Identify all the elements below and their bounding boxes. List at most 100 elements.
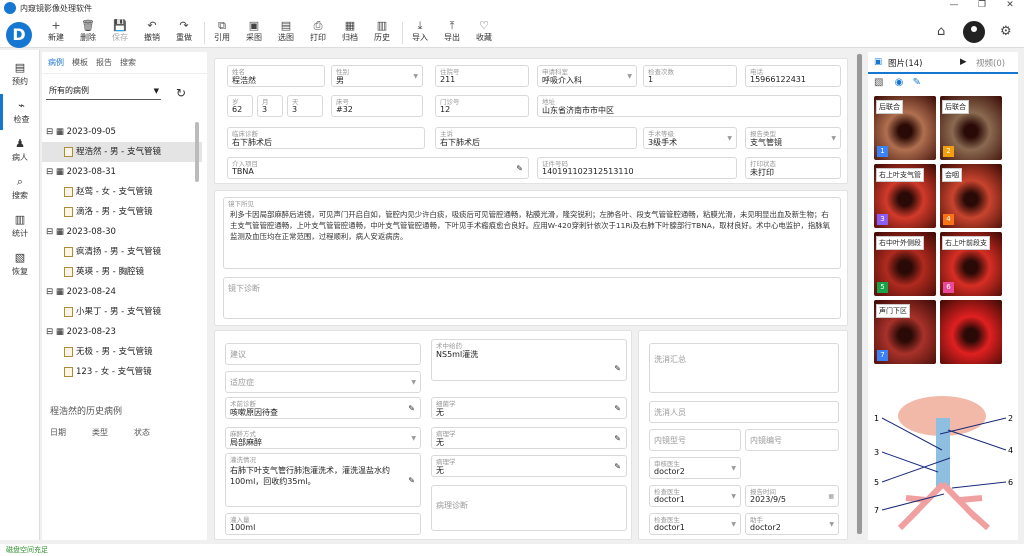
surgery-level-select[interactable]: 手术等级 3级手术 ▼ <box>643 127 737 149</box>
thumbnail-tag[interactable]: 右中叶外侧段 <box>876 236 924 250</box>
image-thumbnail[interactable]: 声门下区 7 <box>874 300 936 364</box>
name-field[interactable]: 姓名 程浩然 <box>227 65 325 87</box>
tree-case-item[interactable]: 程浩然 - 男 - 支气管镜 <box>42 142 202 162</box>
nav-item-5[interactable]: ▧ 恢复 <box>0 246 40 282</box>
tab-search[interactable]: 搜索 <box>120 57 136 68</box>
eye-icon[interactable]: ◉ <box>895 77 904 88</box>
nav-item-4[interactable]: ▥ 统计 <box>0 208 40 244</box>
new-button[interactable]: + 新建 <box>40 19 72 47</box>
toolbar-button-2[interactable]: 💾 保存 <box>104 19 136 47</box>
diagnosis-textarea[interactable]: 镜下诊断 <box>223 277 841 319</box>
inject-volume-field[interactable]: 灌入量 100ml <box>225 513 421 535</box>
age-day-field[interactable]: 天3 <box>287 95 323 117</box>
nav-item-3[interactable]: ⌕ 搜索 <box>0 170 40 206</box>
tree-date-node[interactable]: ⊟ ▦ 2023-08-24 <box>42 282 202 302</box>
thumbnail-tag[interactable]: 后联合 <box>876 100 903 114</box>
id-number-field[interactable]: 证件号码 140191102312513110 <box>537 157 737 179</box>
tree-case-item[interactable]: 疯清扬 - 男 - 支气管镜 <box>42 242 202 262</box>
pathology-field[interactable]: 病理学无 ✎ <box>431 427 627 449</box>
collapse-icon[interactable]: ⊟ <box>46 167 53 177</box>
complaint-field[interactable]: 主诉 右下肺术后 <box>435 127 637 149</box>
indication-select[interactable]: 适应症 ▼ <box>225 371 421 393</box>
tree-date-node[interactable]: ⊟ ▦ 2023-08-31 <box>42 162 202 182</box>
toolbar-button-8[interactable]: ⎙ 打印 <box>302 19 334 47</box>
tab-video[interactable]: 视频(0) <box>976 57 1005 69</box>
dept-select[interactable]: 申请科室 呼吸介入科 ▼ <box>537 65 637 87</box>
toolbar-button-9[interactable]: ▦ 归档 <box>334 19 366 47</box>
toolbar-button-12[interactable]: ⤒ 导出 <box>436 19 468 47</box>
assistant-select[interactable]: 助手 doctor2 ▼ <box>745 513 839 535</box>
nav-item-1[interactable]: ⌁ 检查 <box>0 94 40 130</box>
gender-select[interactable]: 性别男 ▼ <box>331 65 423 87</box>
notification-icon[interactable]: ⌂ <box>937 24 945 39</box>
phone-field[interactable]: 电话 15966122431 <box>745 65 841 87</box>
tree-date-node[interactable]: ⊟ ▦ 2023-08-30 <box>42 222 202 242</box>
report-type-select[interactable]: 报告类型 支气管镜 ▼ <box>745 127 841 149</box>
collapse-icon[interactable]: ⊟ <box>46 327 53 337</box>
preop-dx-field[interactable]: 术前诊断 咳嗽原因待查 ✎ <box>225 397 421 419</box>
collapse-icon[interactable]: ⊟ <box>46 287 53 297</box>
scope-number-field[interactable]: 内镜编号 <box>745 429 839 451</box>
collapse-icon[interactable]: ⊟ <box>46 227 53 237</box>
image-thumbnail[interactable]: 后联合 1 <box>874 96 936 160</box>
clinical-dx-field[interactable]: 临床诊断 右下肺术后 <box>227 127 425 149</box>
tab-templates[interactable]: 模板 <box>72 57 88 68</box>
toolbar-button-11[interactable]: ⤓ 导入 <box>404 19 436 47</box>
thumbnail-tag[interactable]: 后联合 <box>942 100 969 114</box>
wash-staff-field[interactable]: 洗消人员 <box>649 401 839 423</box>
tree-case-item[interactable]: 赵莺 - 女 - 支气管镜 <box>42 182 202 202</box>
toolbar-button-4[interactable]: ↷ 重做 <box>168 19 200 47</box>
tree-scrollbar[interactable] <box>195 122 199 182</box>
inpatient-field[interactable]: 住院号 211 <box>435 65 529 87</box>
thumbnail-tag[interactable]: 右上叶支气管 <box>876 168 924 182</box>
tree-case-item[interactable]: 小果丁 - 男 - 支气管镜 <box>42 302 202 322</box>
bed-field[interactable]: 床号 #32 <box>331 95 423 117</box>
gallery-icon[interactable]: ▧ <box>874 77 883 88</box>
exam-count-field[interactable]: 检查次数 1 <box>643 65 737 87</box>
report-time-field[interactable]: 报告时间 2023/9/5 ▦ <box>745 485 839 507</box>
examiner-select[interactable]: 检查医生 doctor1 ▼ <box>649 485 741 507</box>
toolbar-button-1[interactable]: 🗑 删除 <box>72 19 104 47</box>
toolbar-button-3[interactable]: ↶ 撤销 <box>136 19 168 47</box>
tree-case-item[interactable]: 无极 - 男 - 支气管镜 <box>42 342 202 362</box>
intervention-field[interactable]: 介入项目 TBNA ✎ <box>227 157 529 179</box>
examiner2-select[interactable]: 检查医生 doctor1 ▼ <box>649 513 741 535</box>
anesthesia-select[interactable]: 麻醉方式 局部麻醉 ▼ <box>225 427 421 449</box>
suggestion-field[interactable]: 建议 <box>225 343 421 365</box>
bacteriology-field[interactable]: 细菌学无 ✎ <box>431 397 627 419</box>
address-field[interactable]: 地址 山东省济南市市中区 <box>537 95 841 117</box>
findings-textarea[interactable]: 镜下所见 利多卡因局部麻醉后进镜，可见声门开启自如，管腔内见少许白痰，吸痰后可见… <box>223 197 841 269</box>
wash-summary-field[interactable]: 洗消汇总 <box>649 343 839 393</box>
tab-reports[interactable]: 报告 <box>96 57 112 68</box>
toolbar-button-7[interactable]: ▤ 选图 <box>270 19 302 47</box>
thumbnail-tag[interactable]: 会咽 <box>942 168 962 182</box>
scope-model-field[interactable]: 内镜型号 <box>649 429 741 451</box>
pin-icon[interactable]: ✎ <box>913 77 921 88</box>
avatar[interactable] <box>963 21 985 43</box>
image-thumbnail[interactable]: 右中叶外侧段 5 <box>874 232 936 296</box>
refresh-icon[interactable]: ↻ <box>176 86 186 100</box>
close-button[interactable]: ✕ <box>996 0 1024 10</box>
tab-photos[interactable]: 图片(14) <box>888 57 922 69</box>
main-scrollbar[interactable] <box>856 52 863 540</box>
age-month-field[interactable]: 月3 <box>257 95 283 117</box>
clinic-field[interactable]: 门诊号 12 <box>435 95 529 117</box>
pathology-dx-field[interactable]: 病理诊断 <box>431 485 627 531</box>
case-filter-select[interactable]: 所有的病例 ▼ <box>46 82 161 100</box>
image-thumbnail[interactable]: 右上叶前段支 6 <box>940 232 1002 296</box>
tree-date-node[interactable]: ⊟ ▦ 2023-08-23 <box>42 322 202 342</box>
lavage-textarea[interactable]: 灌洗情况 右肺下叶支气管行肺泡灌洗术，灌洗温盐水约100ml，回收约35ml。 ✎ <box>225 453 421 507</box>
thumbnail-tag[interactable]: 右上叶前段支 <box>942 236 990 250</box>
gear-icon[interactable]: ⚙ <box>1000 24 1012 39</box>
tab-cases[interactable]: 病例 <box>48 57 64 68</box>
image-thumbnail[interactable] <box>940 300 1002 364</box>
age-year-field[interactable]: 岁 62 <box>227 95 253 117</box>
minimize-button[interactable]: — <box>940 0 968 10</box>
tree-date-node[interactable]: ⊟ ▦ 2023-09-05 <box>42 122 202 142</box>
tree-case-item[interactable]: 滴洛 - 男 - 支气管镜 <box>42 202 202 222</box>
reviewer-select[interactable]: 审核医生 doctor2 ▼ <box>649 457 741 479</box>
toolbar-button-6[interactable]: ▣ 采图 <box>238 19 270 47</box>
intraop-drug-field[interactable]: 术中给药 NS5ml灌洗 ✎ <box>431 339 627 381</box>
toolbar-button-5[interactable]: ⧉ 引用 <box>206 19 238 47</box>
thumbnail-tag[interactable]: 声门下区 <box>876 304 910 318</box>
